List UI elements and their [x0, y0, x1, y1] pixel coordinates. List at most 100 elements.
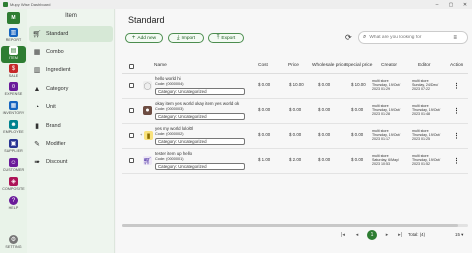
item-code: Code: (0000001): [155, 157, 184, 161]
panel-title: Item: [65, 13, 77, 19]
panel-item-label: Standard: [46, 31, 69, 37]
item-code: Code: (0000004): [155, 82, 184, 86]
refresh-icon[interactable]: ⟳: [345, 34, 353, 42]
creator-time: 2023 01:29: [372, 87, 390, 92]
expand-toggle[interactable]: +: [140, 132, 142, 137]
category-select[interactable]: Category: Uncategorized: [155, 138, 245, 145]
rail-item-sale[interactable]: $ SALE: [1, 64, 26, 81]
minimize-button[interactable]: –: [430, 0, 444, 9]
search-input[interactable]: [369, 35, 450, 40]
col-name: Name: [154, 63, 167, 68]
col-editor: Editor: [418, 63, 431, 68]
window-title: Mupy Wise Dashboard: [10, 2, 51, 7]
maximize-button[interactable]: ▢: [444, 0, 458, 9]
row-checkbox[interactable]: [129, 83, 134, 88]
app-window: Mupy Wise Dashboard – ▢ ✕ M ▥ REPORT ▤ I…: [0, 0, 472, 253]
rail-item-expense[interactable]: ¤ EXPENSE: [1, 82, 26, 99]
page-size-select[interactable]: 15 ▾: [455, 232, 463, 238]
rail-label-inventory: INVENTORY: [2, 111, 25, 115]
add-new-button[interactable]: + Add new: [125, 33, 163, 43]
scrollbar-thumb[interactable]: [122, 224, 458, 227]
rail-label-customer: CUSTOMER: [2, 168, 25, 172]
next-page-icon[interactable]: ▸: [382, 230, 392, 240]
panel-item-unit[interactable]: ◔ Unit: [29, 99, 113, 115]
creator-info: multi store Saturday, 6/May/ 2023 10:53: [372, 154, 399, 167]
panel-item-combo[interactable]: ▦ Combo: [29, 44, 113, 60]
price-value: $ 2.00: [289, 157, 302, 162]
help-icon: ?: [9, 196, 18, 205]
category-icon: ▲: [33, 85, 41, 93]
panel-item-ingredient[interactable]: ▥ Ingredient: [29, 62, 113, 78]
rail-item-supplier[interactable]: ▣ SUPPLIER: [1, 139, 26, 156]
rail-label-item: ITEM: [9, 56, 18, 60]
category-select[interactable]: Category: Uncategorized: [155, 163, 245, 170]
more-actions-icon[interactable]: ⋮: [453, 133, 460, 140]
panel-item-label: Brand: [46, 123, 61, 129]
last-page-icon[interactable]: ▸|: [395, 230, 405, 240]
rail-item-customer[interactable]: ☺ CUSTOMER: [1, 158, 26, 175]
panel-item-modifier[interactable]: ✎ Modifier: [29, 136, 113, 152]
col-special: Special price: [345, 63, 373, 68]
main-content: Standard + Add new ⤓ Import ⤒ Export ⟳ ⌕…: [116, 9, 472, 253]
rail-label-employee: EMPLOYEE: [3, 130, 24, 134]
setting-icon: ⚙: [9, 235, 18, 244]
rail-item-setting[interactable]: ⚙ SETTING: [1, 235, 26, 252]
table-row[interactable]: + ▮ yes my world lolol0l Code: (0000002)…: [122, 124, 468, 149]
rail-item-composite[interactable]: ◈ COMPOSITE: [1, 177, 26, 194]
editor-time: 2023 01:48: [412, 112, 430, 117]
plate-icon: ◯: [143, 81, 152, 90]
item-name: tester item up hello: [155, 151, 193, 156]
close-button[interactable]: ✕: [458, 0, 472, 9]
rail-item-item[interactable]: ▤ ITEM: [1, 46, 26, 63]
item-icon: ▤: [9, 46, 18, 55]
item-name: okay item yes world okay item yes world …: [155, 101, 240, 106]
creator-time: 2023 01:28: [372, 112, 390, 117]
inventory-icon: ▦: [9, 101, 18, 110]
creator-info: multi store Thursday, 19/Oct/ 2023 01:29: [372, 79, 400, 92]
horizontal-scrollbar[interactable]: [122, 224, 468, 227]
customer-icon: ☺: [9, 158, 18, 167]
rail-item-inventory[interactable]: ▦ INVENTORY: [1, 101, 26, 118]
unit-icon: ◔: [34, 103, 40, 111]
row-checkbox[interactable]: [129, 158, 134, 163]
special-value: $ 0.00: [351, 132, 364, 137]
bottle-icon: ▮: [144, 131, 153, 140]
cost-value: $ 1.00: [258, 157, 271, 162]
rail-item-employee[interactable]: ☻ EMPLOYEE: [1, 120, 26, 137]
price-value: $ 0.00: [289, 132, 302, 137]
table-row[interactable]: ● okay item yes world okay item yes worl…: [122, 99, 468, 124]
table-row[interactable]: ◯ hello world hi Code: (0000004) Categor…: [122, 74, 468, 99]
prev-page-icon[interactable]: ◂: [352, 230, 362, 240]
table-row[interactable]: 🛒︎ tester item up hello Code: (0000001) …: [122, 149, 468, 174]
add-new-label: Add new: [137, 35, 157, 41]
row-checkbox[interactable]: [129, 133, 134, 138]
item-code: Code: (0000003): [155, 107, 184, 111]
first-page-icon[interactable]: |◂: [338, 230, 348, 240]
rail-label-setting: SETTING: [5, 245, 22, 249]
more-actions-icon[interactable]: ⋮: [453, 158, 460, 165]
items-table: Name Cost Price Wholesale price Special …: [122, 63, 470, 233]
export-button[interactable]: ⤒ Export: [208, 33, 244, 43]
more-actions-icon[interactable]: ⋮: [453, 83, 460, 90]
current-page-button[interactable]: 1: [367, 230, 377, 240]
modifier-icon: ✎: [34, 141, 40, 148]
editor-info: multi store Thursday, 19/Oct/ 2023 01:48: [412, 104, 440, 117]
row-checkbox[interactable]: [129, 108, 134, 113]
rail-item-help[interactable]: ? HELP: [1, 196, 26, 213]
wholesale-value: $ 0.00: [318, 157, 331, 162]
special-value: $ 0.00: [351, 107, 364, 112]
select-all-checkbox[interactable]: [129, 64, 134, 69]
panel-item-discount[interactable]: ➠ Discount: [29, 154, 113, 170]
creator-time: 2023 01:17: [372, 137, 390, 142]
wholesale-value: $ 0.00: [318, 82, 331, 87]
panel-item-brand[interactable]: ▮ Brand: [29, 118, 113, 134]
rail-item-report[interactable]: ▥ REPORT: [1, 28, 26, 45]
category-select[interactable]: Category: Uncategorized: [155, 88, 245, 95]
panel-item-standard[interactable]: 🛒︎ Standard: [29, 26, 113, 42]
import-button[interactable]: ⤓ Import: [168, 33, 204, 43]
category-select[interactable]: Category: Uncategorized: [155, 113, 245, 120]
panel-item-label: Modifier: [46, 141, 66, 147]
filter-icon[interactable]: ≡: [453, 35, 457, 41]
more-actions-icon[interactable]: ⋮: [453, 108, 460, 115]
panel-item-category[interactable]: ▲ Category: [29, 81, 113, 97]
